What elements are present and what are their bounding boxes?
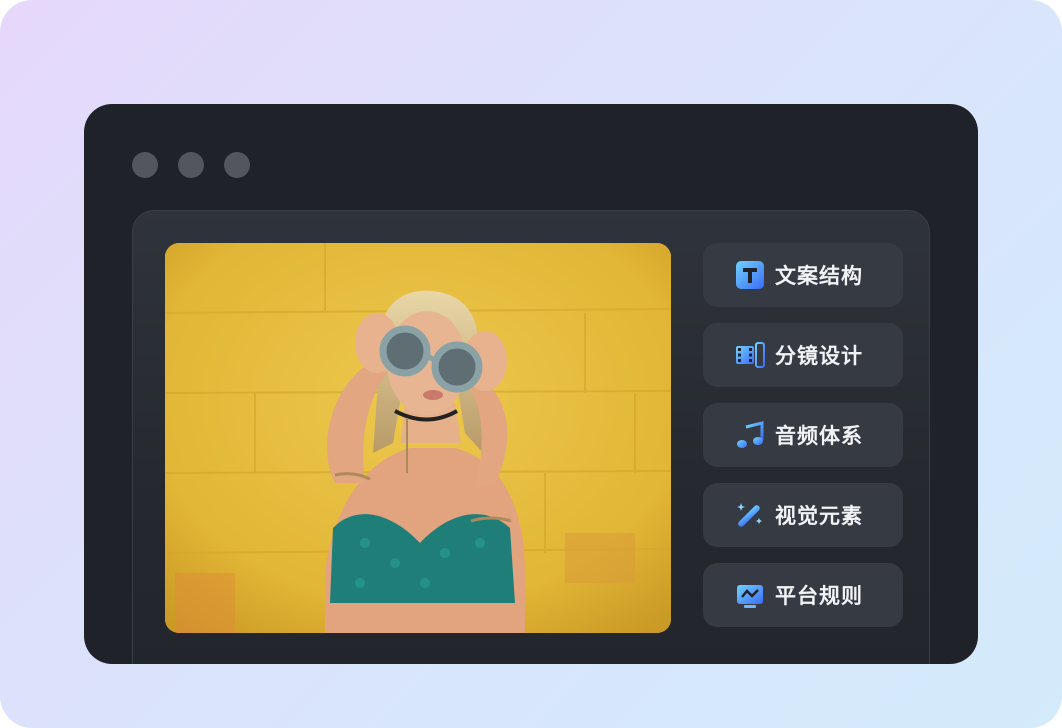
photo-illustration [165,243,671,633]
menu-item-visual-elements[interactable]: 视觉元素 [703,483,903,547]
menu-item-label: 分镜设计 [775,344,863,368]
menu-item-platform-rules[interactable]: 平台规则 [703,563,903,627]
menu-item-label: 视觉元素 [775,504,863,528]
music-note-icon [735,420,765,450]
app-window: 文案结构 分镜设计 音频体系 视觉元素 平台规则 [84,104,978,664]
film-strip-icon [735,340,765,370]
window-control-dot[interactable] [224,152,250,178]
text-t-icon [735,260,765,290]
menu-item-label: 文案结构 [775,264,863,288]
menu-item-copy-structure[interactable]: 文案结构 [703,243,903,307]
window-control-dot[interactable] [178,152,204,178]
page-background: 文案结构 分镜设计 音频体系 视觉元素 平台规则 [0,0,1062,728]
preview-image [165,243,671,633]
menu-item-label: 平台规则 [775,584,863,608]
window-control-dot[interactable] [132,152,158,178]
menu-item-audio-system[interactable]: 音频体系 [703,403,903,467]
monitor-chart-icon [735,580,765,610]
magic-wand-icon [735,500,765,530]
menu-item-storyboard[interactable]: 分镜设计 [703,323,903,387]
content-panel: 文案结构 分镜设计 音频体系 视觉元素 平台规则 [132,210,930,664]
menu-item-label: 音频体系 [775,424,863,448]
